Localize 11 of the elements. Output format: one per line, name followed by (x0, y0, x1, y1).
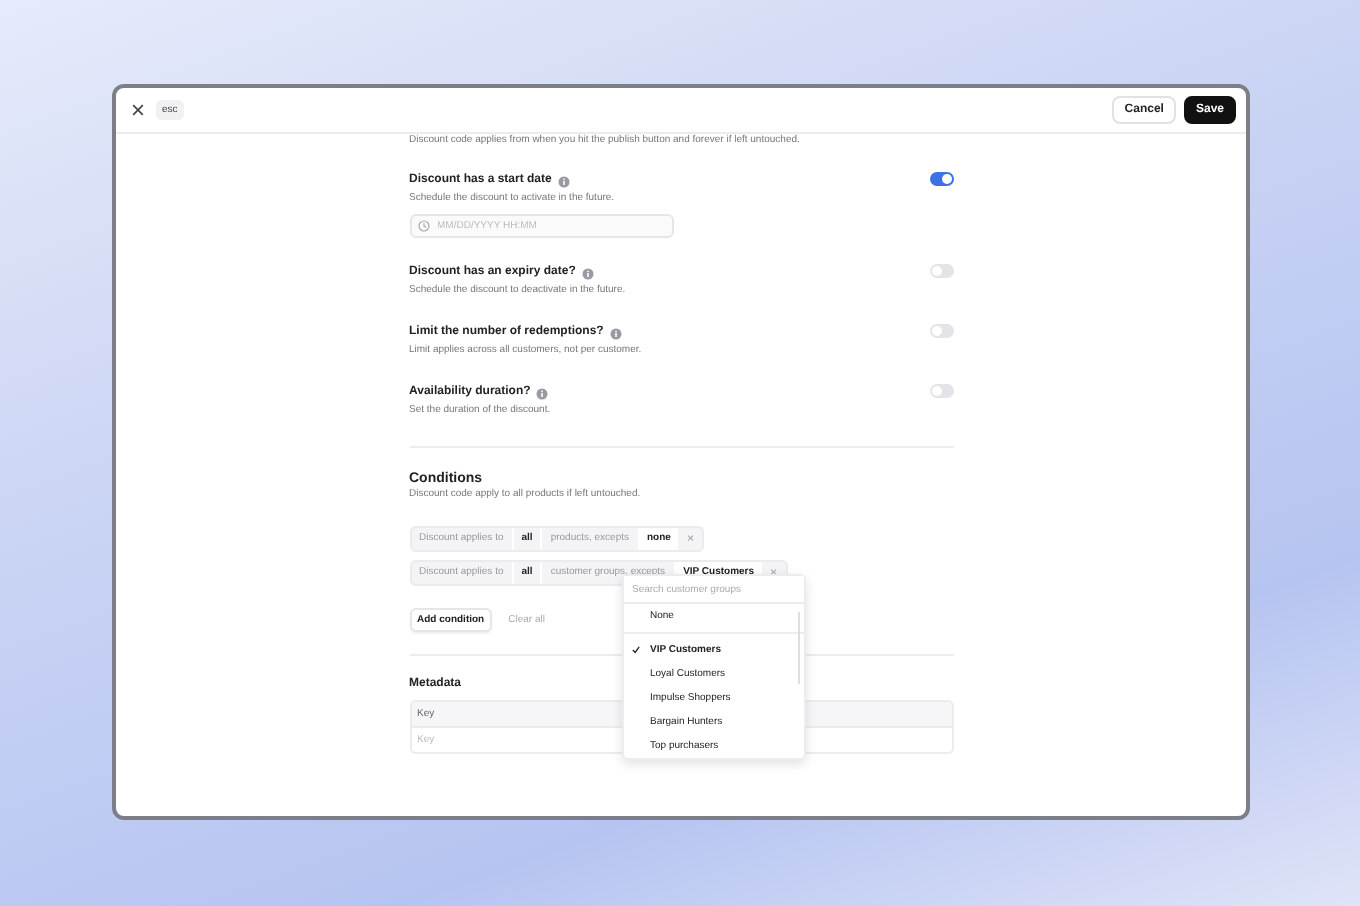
info-icon (581, 267, 594, 279)
toggle-switch[interactable] (929, 324, 953, 338)
info-icon (609, 327, 622, 339)
close-icon[interactable] (132, 104, 144, 116)
toggle-switch[interactable] (929, 172, 953, 186)
info-icon (557, 175, 570, 187)
toggle-switch[interactable] (929, 264, 953, 278)
toggle-switch[interactable] (929, 384, 953, 398)
clock-icon (417, 220, 429, 232)
info-icon (536, 387, 549, 399)
check-icon (632, 646, 640, 654)
